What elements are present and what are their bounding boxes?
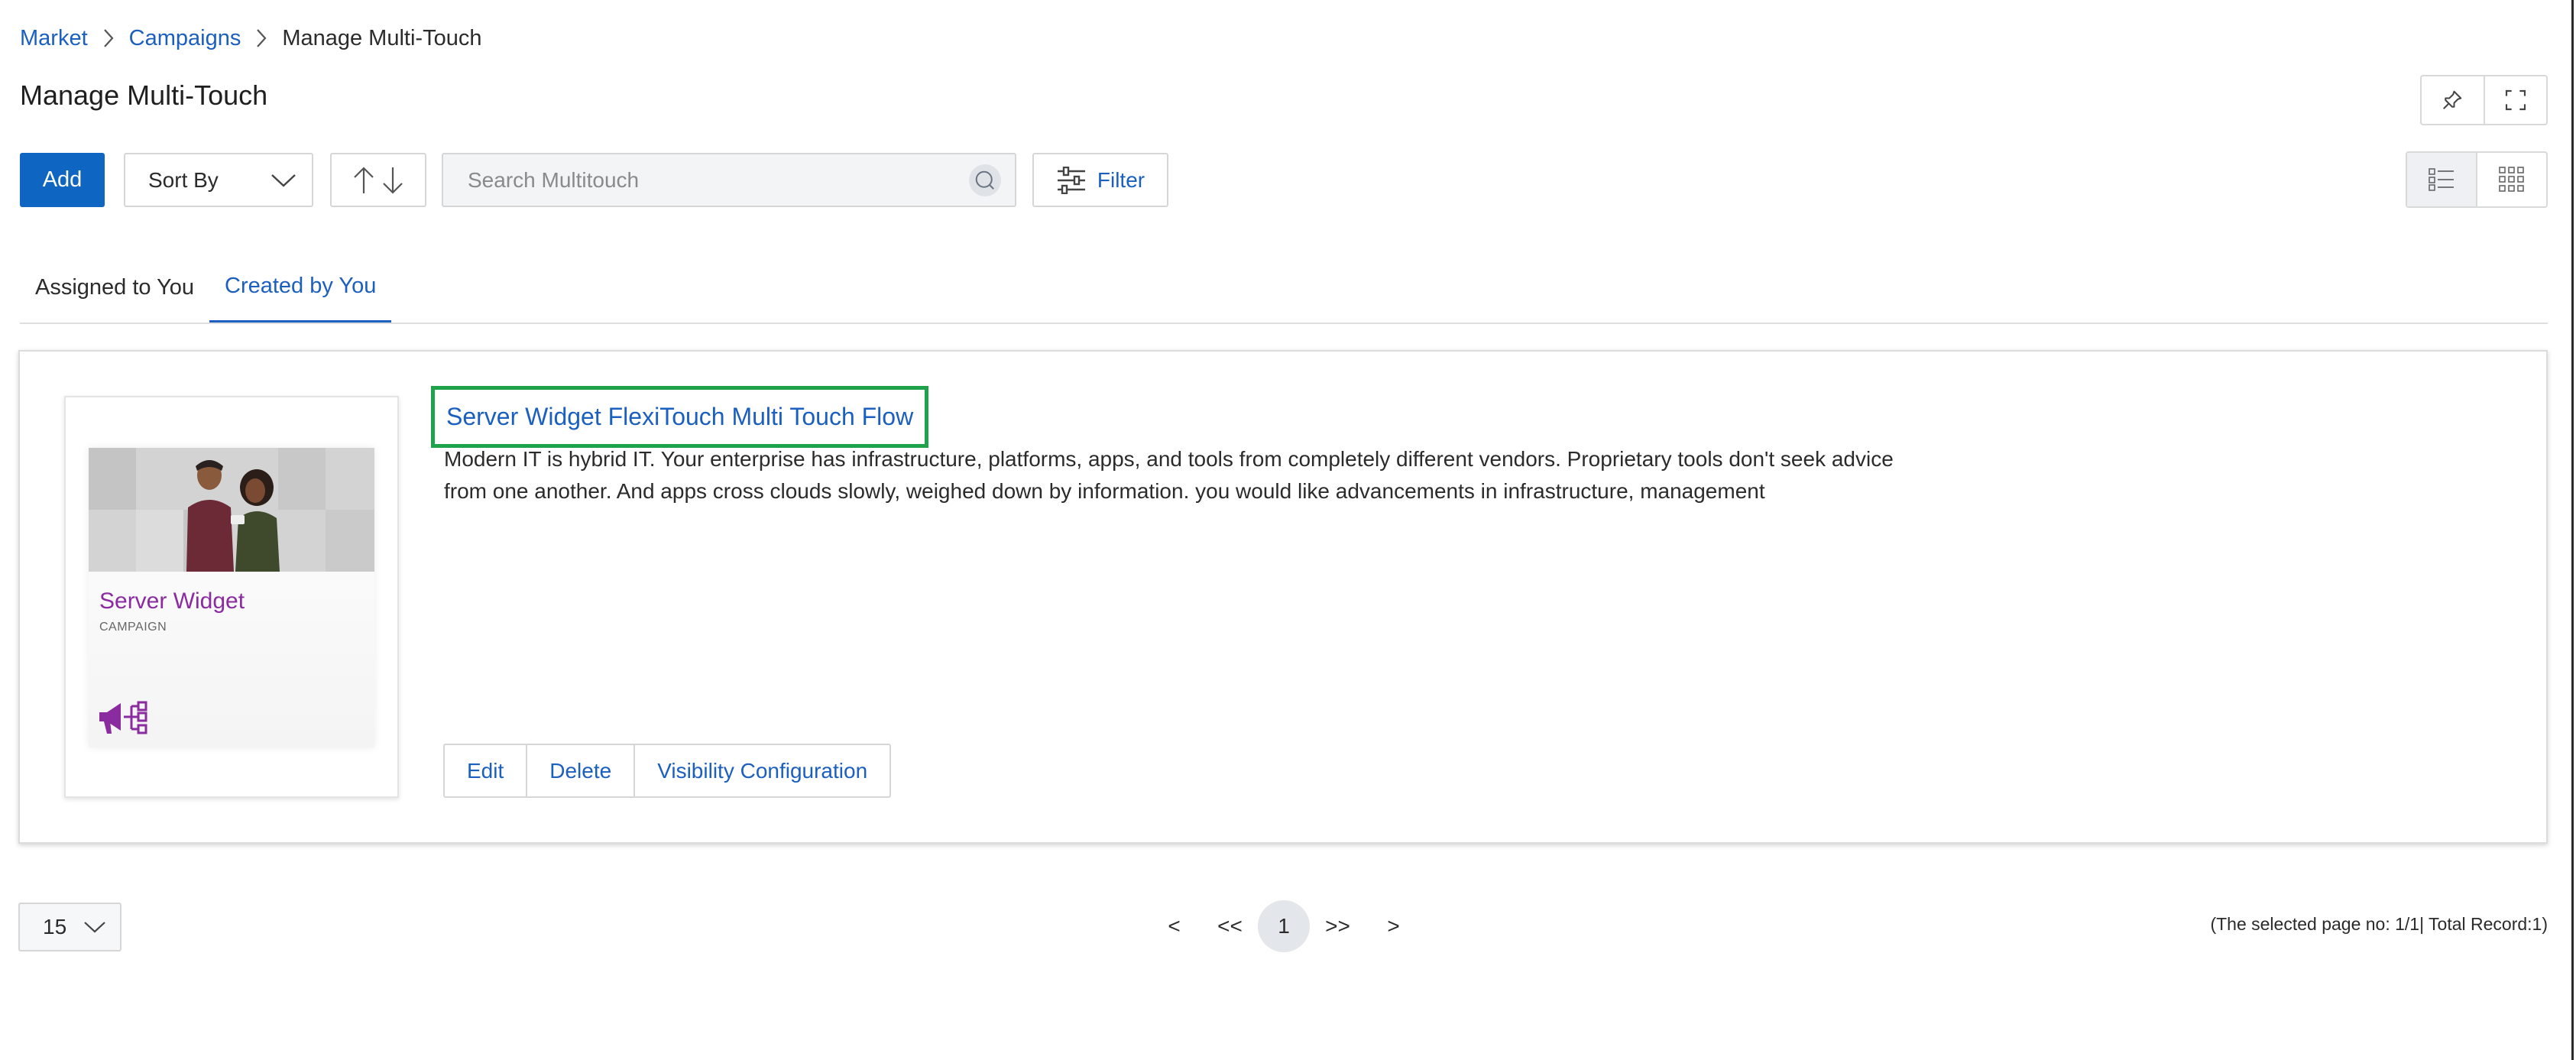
window-edge bbox=[2571, 0, 2574, 1060]
filter-label: Filter bbox=[1097, 167, 1145, 192]
search-input[interactable] bbox=[466, 167, 969, 193]
pin-icon bbox=[2443, 90, 2462, 109]
grid-icon bbox=[2499, 167, 2524, 192]
chevron-right-icon bbox=[241, 28, 282, 49]
campaign-thumbnail[interactable]: Server Widget CAMPAIGN bbox=[64, 396, 399, 798]
megaphone-flow-icon bbox=[98, 700, 156, 742]
breadcrumb: Market Campaigns Manage Multi-Touch bbox=[20, 23, 481, 53]
search-button[interactable] bbox=[969, 164, 1001, 196]
sort-by-label: Sort By bbox=[148, 167, 219, 192]
chevron-down-icon bbox=[271, 173, 296, 187]
pin-button[interactable] bbox=[2422, 76, 2484, 124]
list-view-button[interactable] bbox=[2407, 153, 2476, 206]
first-page-button[interactable]: << bbox=[1202, 914, 1258, 938]
last-page-button[interactable]: >> bbox=[1310, 914, 1366, 938]
card-actions: Edit Delete Visibility Configuration bbox=[443, 744, 892, 798]
thumbnail-subtitle: CAMPAIGN bbox=[99, 621, 167, 634]
expand-icon bbox=[2505, 89, 2526, 111]
edit-button[interactable]: Edit bbox=[445, 745, 526, 796]
chevron-down-icon bbox=[84, 922, 105, 933]
filter-button[interactable]: Filter bbox=[1032, 153, 1168, 207]
grid-view-button[interactable] bbox=[2476, 153, 2546, 206]
sort-by-select[interactable]: Sort By bbox=[124, 153, 313, 207]
arrow-up-icon bbox=[354, 166, 374, 193]
tab-bar: Assigned to You Created by You bbox=[20, 252, 2548, 324]
prev-page-button[interactable]: < bbox=[1146, 914, 1202, 938]
current-page[interactable]: 1 bbox=[1258, 900, 1310, 952]
search-box bbox=[442, 153, 1016, 207]
fullscreen-button[interactable] bbox=[2483, 76, 2547, 124]
page-size-select[interactable]: 15 bbox=[18, 903, 122, 951]
tab-assigned-to-you[interactable]: Assigned to You bbox=[20, 252, 209, 323]
visibility-configuration-button[interactable]: Visibility Configuration bbox=[633, 745, 889, 796]
thumbnail-image: Server Widget CAMPAIGN bbox=[89, 448, 374, 747]
card-title-link[interactable]: Server Widget FlexiTouch Multi Touch Flo… bbox=[431, 386, 928, 448]
chevron-right-icon bbox=[88, 28, 129, 49]
breadcrumb-market[interactable]: Market bbox=[20, 26, 88, 51]
page-info: (The selected page no: 1/1| Total Record… bbox=[2210, 914, 2548, 934]
delete-button[interactable]: Delete bbox=[526, 745, 633, 796]
tab-created-by-you[interactable]: Created by You bbox=[209, 252, 392, 323]
people-photo bbox=[89, 448, 374, 572]
breadcrumb-campaigns[interactable]: Campaigns bbox=[129, 26, 241, 51]
card-description: Modern IT is hybrid IT. Your enterprise … bbox=[444, 447, 1894, 503]
page-size-value: 15 bbox=[43, 915, 67, 938]
pagination: < << 1 >> > bbox=[1146, 900, 1421, 952]
arrow-down-icon bbox=[383, 167, 403, 194]
view-toggle bbox=[2406, 151, 2548, 208]
breadcrumb-current: Manage Multi-Touch bbox=[282, 25, 482, 50]
add-button[interactable]: Add bbox=[20, 153, 105, 207]
next-page-button[interactable]: > bbox=[1366, 914, 1421, 938]
search-icon bbox=[975, 170, 994, 190]
page-actions bbox=[2420, 75, 2548, 125]
thumbnail-title: Server Widget bbox=[99, 588, 245, 614]
list-icon bbox=[2429, 168, 2454, 191]
sliders-icon bbox=[1057, 166, 1085, 194]
page-title: Manage Multi-Touch bbox=[20, 79, 268, 111]
sort-order-toggle[interactable] bbox=[330, 153, 426, 207]
